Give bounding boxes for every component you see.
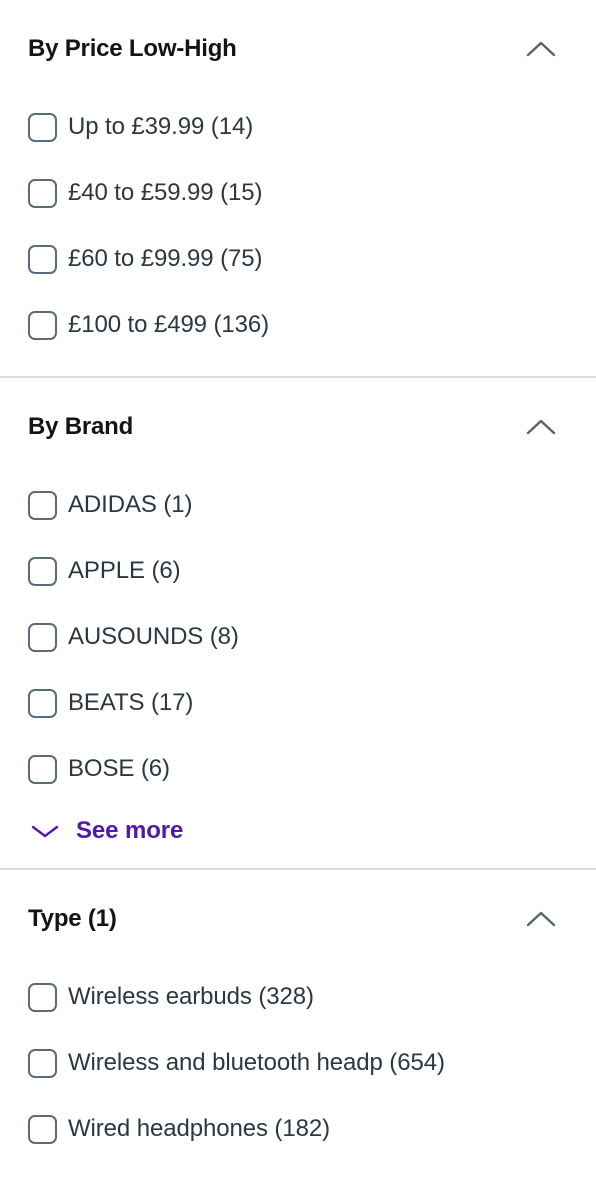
- filter-option-row[interactable]: £40 to £59.99 (15): [28, 160, 568, 226]
- filter-option-row[interactable]: Wireless earbuds (328): [28, 964, 568, 1030]
- chevron-down-icon: [30, 816, 60, 846]
- checkbox[interactable]: [28, 490, 57, 520]
- facet-options-type: Wireless earbuds (328) Wireless and blue…: [28, 950, 568, 1162]
- checkbox[interactable]: [28, 1048, 57, 1078]
- checkbox[interactable]: [28, 244, 57, 274]
- filter-option-label: Wireless and bluetooth headp (654): [68, 1049, 445, 1076]
- facet-section-type: Type (1) Wireless earbuds (328) Wireless…: [0, 870, 596, 1162]
- facet-title-type: Type (1): [28, 905, 117, 932]
- filter-option-label: Up to £39.99 (14): [68, 113, 254, 140]
- filter-option-label: BOSE (6): [68, 755, 170, 782]
- checkbox[interactable]: [28, 178, 57, 208]
- checkbox[interactable]: [28, 688, 57, 718]
- checkbox[interactable]: [28, 556, 57, 586]
- checkbox[interactable]: [28, 310, 57, 340]
- checkbox[interactable]: [28, 112, 57, 142]
- filter-option-row[interactable]: BOSE (6): [28, 736, 568, 802]
- filter-option-label: Wireless earbuds (328): [68, 983, 314, 1010]
- checkbox[interactable]: [28, 982, 57, 1012]
- facet-header-price[interactable]: By Price Low-High: [28, 18, 568, 80]
- see-more-button[interactable]: See more: [28, 802, 568, 860]
- filter-option-row[interactable]: Up to £39.99 (14): [28, 94, 568, 160]
- see-more-label: See more: [76, 817, 184, 844]
- facet-header-brand[interactable]: By Brand: [28, 396, 568, 458]
- filter-option-row[interactable]: AUSOUNDS (8): [28, 604, 568, 670]
- filter-option-row[interactable]: Wired headphones (182): [28, 1096, 568, 1162]
- filter-option-label: APPLE (6): [68, 557, 181, 584]
- checkbox[interactable]: [28, 1114, 57, 1144]
- filter-option-row[interactable]: Wireless and bluetooth headp (654): [28, 1030, 568, 1096]
- filter-option-label: £100 to £499 (136): [68, 311, 270, 338]
- filter-option-row[interactable]: BEATS (17): [28, 670, 568, 736]
- filter-panel: By Price Low-High Up to £39.99 (14) £40 …: [0, 0, 596, 1196]
- facet-options-brand: ADIDAS (1) APPLE (6) AUSOUNDS (8) BEATS …: [28, 458, 568, 868]
- filter-option-label: AUSOUNDS (8): [68, 623, 239, 650]
- facet-title-brand: By Brand: [28, 413, 134, 440]
- facet-section-brand: By Brand ADIDAS (1) APPLE (6) AUSOUNDS (…: [0, 378, 596, 868]
- filter-option-row[interactable]: APPLE (6): [28, 538, 568, 604]
- facet-options-price: Up to £39.99 (14) £40 to £59.99 (15) £60…: [28, 80, 568, 376]
- filter-option-label: BEATS (17): [68, 689, 194, 716]
- chevron-up-icon[interactable]: [524, 32, 558, 66]
- filter-option-label: £40 to £59.99 (15): [68, 179, 263, 206]
- chevron-up-icon[interactable]: [524, 410, 558, 444]
- checkbox[interactable]: [28, 754, 57, 784]
- filter-option-row[interactable]: £100 to £499 (136): [28, 292, 568, 358]
- filter-option-label: Wired headphones (182): [68, 1115, 330, 1142]
- checkbox[interactable]: [28, 622, 57, 652]
- facet-section-price: By Price Low-High Up to £39.99 (14) £40 …: [0, 0, 596, 376]
- chevron-up-icon[interactable]: [524, 902, 558, 936]
- filter-option-row[interactable]: £60 to £99.99 (75): [28, 226, 568, 292]
- filter-option-label: £60 to £99.99 (75): [68, 245, 263, 272]
- facet-header-type[interactable]: Type (1): [28, 888, 568, 950]
- filter-option-row[interactable]: ADIDAS (1): [28, 472, 568, 538]
- filter-option-label: ADIDAS (1): [68, 491, 193, 518]
- facet-title-price: By Price Low-High: [28, 35, 237, 62]
